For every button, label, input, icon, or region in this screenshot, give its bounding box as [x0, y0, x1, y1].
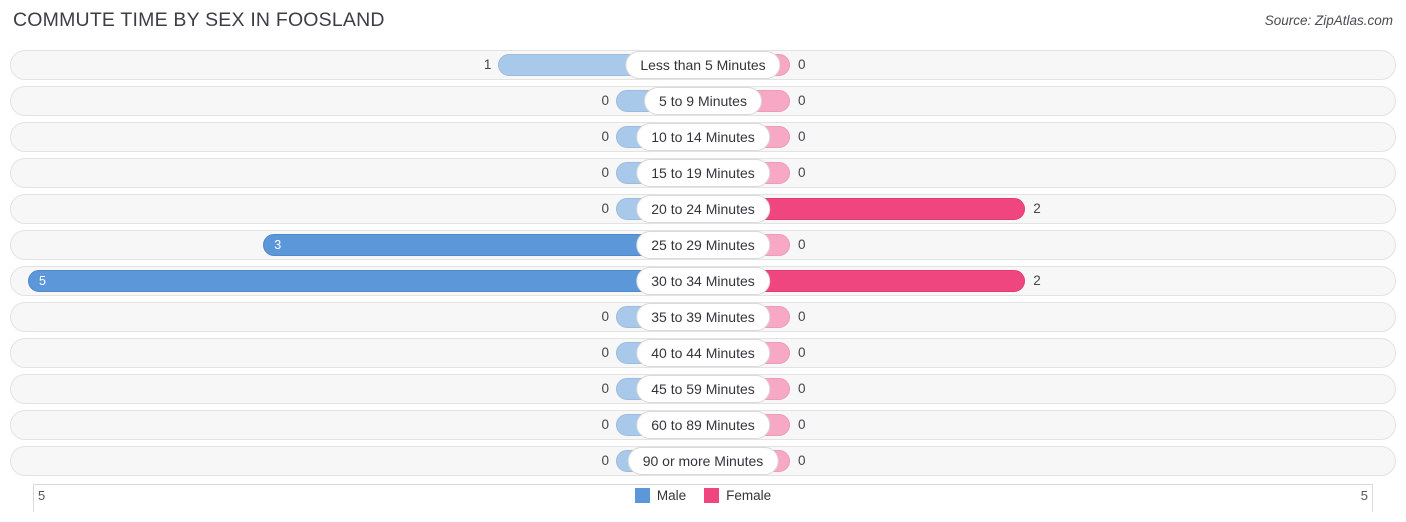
chart-legend: Male Female [0, 488, 1406, 503]
category-label: 90 or more Minutes [627, 447, 779, 475]
category-label: 40 to 44 Minutes [636, 339, 770, 367]
chart-plot-area: 1 0 Less than 5 Minutes 0 0 5 to 9 Minutes 0 0 1… [0, 50, 1406, 485]
category-label: 15 to 19 Minutes [636, 159, 770, 187]
male-value-label: 0 [601, 309, 609, 324]
chart-row: 1 0 Less than 5 Minutes [0, 50, 1406, 80]
category-label: 25 to 29 Minutes [636, 231, 770, 259]
axis-baseline [33, 484, 1373, 485]
category-label: 45 to 59 Minutes [636, 375, 770, 403]
female-value-label: 0 [798, 93, 806, 108]
category-label: 20 to 24 Minutes [636, 195, 770, 223]
chart-row: 0 0 40 to 44 Minutes [0, 338, 1406, 368]
category-label: 35 to 39 Minutes [636, 303, 770, 331]
chart-row: 0 0 5 to 9 Minutes [0, 86, 1406, 116]
chart-rows: 1 0 Less than 5 Minutes 0 0 5 to 9 Minutes 0 0 1… [0, 50, 1406, 482]
chart-row: 0 0 60 to 89 Minutes [0, 410, 1406, 440]
chart-row: 0 0 15 to 19 Minutes [0, 158, 1406, 188]
male-value-label: 0 [601, 381, 609, 396]
category-label: 30 to 34 Minutes [636, 267, 770, 295]
female-value-label: 0 [798, 381, 806, 396]
chart-row: 0 0 90 or more Minutes [0, 446, 1406, 476]
chart-row: 0 0 45 to 59 Minutes [0, 374, 1406, 404]
male-value-label: 1 [483, 57, 492, 72]
category-label: 5 to 9 Minutes [644, 87, 762, 115]
source-attribution: Source: ZipAtlas.com [1264, 13, 1393, 28]
female-value-label: 0 [798, 309, 806, 324]
female-value-label: 2 [1033, 201, 1041, 216]
male-value-label: 0 [601, 93, 609, 108]
female-value-label: 0 [798, 345, 806, 360]
male-value-label: 5 [39, 274, 46, 288]
female-value-label: 0 [798, 165, 806, 180]
chart-row: 3 0 25 to 29 Minutes [0, 230, 1406, 260]
chart-row: 0 2 20 to 24 Minutes [0, 194, 1406, 224]
category-label: 10 to 14 Minutes [636, 123, 770, 151]
category-label: 60 to 89 Minutes [636, 411, 770, 439]
female-value-label: 0 [798, 57, 806, 72]
legend-label-male: Male [656, 488, 687, 503]
male-value-label: 0 [601, 417, 609, 432]
chart-row: 5 2 30 to 34 Minutes [0, 266, 1406, 296]
male-value-label: 0 [601, 453, 609, 468]
female-value-label: 0 [798, 129, 806, 144]
legend-swatch-female-icon [704, 488, 720, 503]
male-bar[interactable] [28, 270, 703, 292]
page-title: COMMUTE TIME BY SEX IN FOOSLAND [13, 9, 385, 31]
chart-row: 0 0 35 to 39 Minutes [0, 302, 1406, 332]
category-label: Less than 5 Minutes [625, 51, 781, 79]
legend-item-male[interactable]: Male [634, 488, 687, 503]
male-value-label: 0 [601, 165, 609, 180]
female-value-label: 0 [798, 453, 806, 468]
legend-item-female[interactable]: Female [704, 488, 771, 503]
male-value-label: 0 [601, 129, 609, 144]
legend-label-female: Female [726, 488, 772, 503]
male-value-label: 3 [274, 238, 282, 252]
chart-row: 0 0 10 to 14 Minutes [0, 122, 1406, 152]
female-value-label: 0 [798, 417, 806, 432]
male-value-label: 0 [601, 345, 609, 360]
male-value-label: 0 [601, 201, 609, 216]
female-value-label: 0 [798, 237, 806, 252]
legend-swatch-male-icon [634, 488, 650, 503]
chart-axis-footer: 5 5 Male Female [0, 484, 1406, 522]
female-value-label: 2 [1033, 273, 1041, 288]
chart-header: COMMUTE TIME BY SEX IN FOOSLAND Source: … [0, 0, 1406, 40]
